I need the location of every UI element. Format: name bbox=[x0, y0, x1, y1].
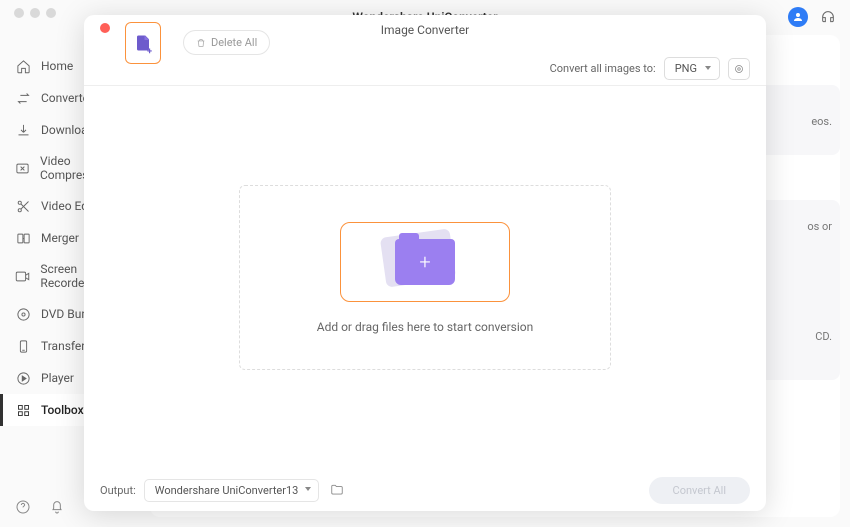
plus-icon: + bbox=[147, 47, 152, 57]
add-file-thumb[interactable]: + bbox=[125, 22, 161, 64]
image-converter-modal: Image Converter + Delete All Convert all… bbox=[84, 15, 766, 511]
merger-icon bbox=[15, 230, 31, 246]
disc-icon bbox=[15, 306, 31, 322]
delete-all-button[interactable]: Delete All bbox=[183, 30, 270, 55]
folder-icon bbox=[330, 483, 344, 497]
download-icon bbox=[15, 122, 31, 138]
sidebar-item-label: Transfer bbox=[41, 339, 85, 353]
output-settings-button[interactable] bbox=[728, 58, 750, 80]
bell-icon[interactable] bbox=[49, 499, 65, 519]
maximize-dot[interactable] bbox=[46, 8, 56, 18]
plus-icon: + bbox=[419, 250, 430, 274]
converter-icon bbox=[15, 90, 31, 106]
transfer-icon bbox=[15, 338, 31, 354]
close-icon[interactable] bbox=[100, 23, 110, 33]
sidebar-item-label: Home bbox=[41, 59, 73, 73]
top-right-controls bbox=[788, 7, 838, 27]
convert-label: Convert all images to: bbox=[550, 62, 656, 75]
format-select[interactable]: PNG bbox=[664, 57, 720, 80]
output-label: Output: bbox=[100, 484, 136, 497]
open-folder-button[interactable] bbox=[327, 480, 347, 500]
trash-icon bbox=[196, 38, 206, 48]
add-folder-box[interactable]: + bbox=[340, 222, 510, 302]
close-dot[interactable] bbox=[14, 8, 24, 18]
sidebar-item-label: Toolbox bbox=[41, 403, 84, 417]
recorder-icon bbox=[15, 268, 30, 284]
gear-icon bbox=[733, 63, 745, 75]
grid-icon bbox=[15, 402, 31, 418]
modal-footer: Output: Wondershare UniConverter13 Conve… bbox=[84, 469, 766, 511]
avatar[interactable] bbox=[788, 7, 808, 27]
delete-all-label: Delete All bbox=[211, 36, 257, 49]
convert-all-button[interactable]: Convert All bbox=[649, 477, 750, 504]
play-icon bbox=[15, 370, 31, 386]
divider bbox=[84, 85, 766, 86]
drop-text: Add or drag files here to start conversi… bbox=[317, 320, 533, 334]
scissors-icon bbox=[15, 198, 31, 214]
bottom-icons bbox=[15, 499, 65, 519]
dropzone[interactable]: + Add or drag files here to start conver… bbox=[239, 185, 611, 370]
folder-icon: + bbox=[395, 239, 455, 285]
compress-icon bbox=[15, 160, 30, 176]
format-row: Convert all images to: PNG bbox=[550, 57, 750, 80]
output-path-select[interactable]: Wondershare UniConverter13 bbox=[144, 479, 320, 502]
sidebar-item-label: Player bbox=[41, 371, 74, 385]
help-icon[interactable] bbox=[15, 499, 31, 519]
traffic-lights bbox=[14, 8, 56, 18]
minimize-dot[interactable] bbox=[30, 8, 40, 18]
home-icon bbox=[15, 58, 31, 74]
main-window: Wondershare UniConverter Home Converter … bbox=[0, 0, 850, 527]
support-icon[interactable] bbox=[818, 7, 838, 27]
sidebar-item-label: Merger bbox=[41, 231, 79, 245]
